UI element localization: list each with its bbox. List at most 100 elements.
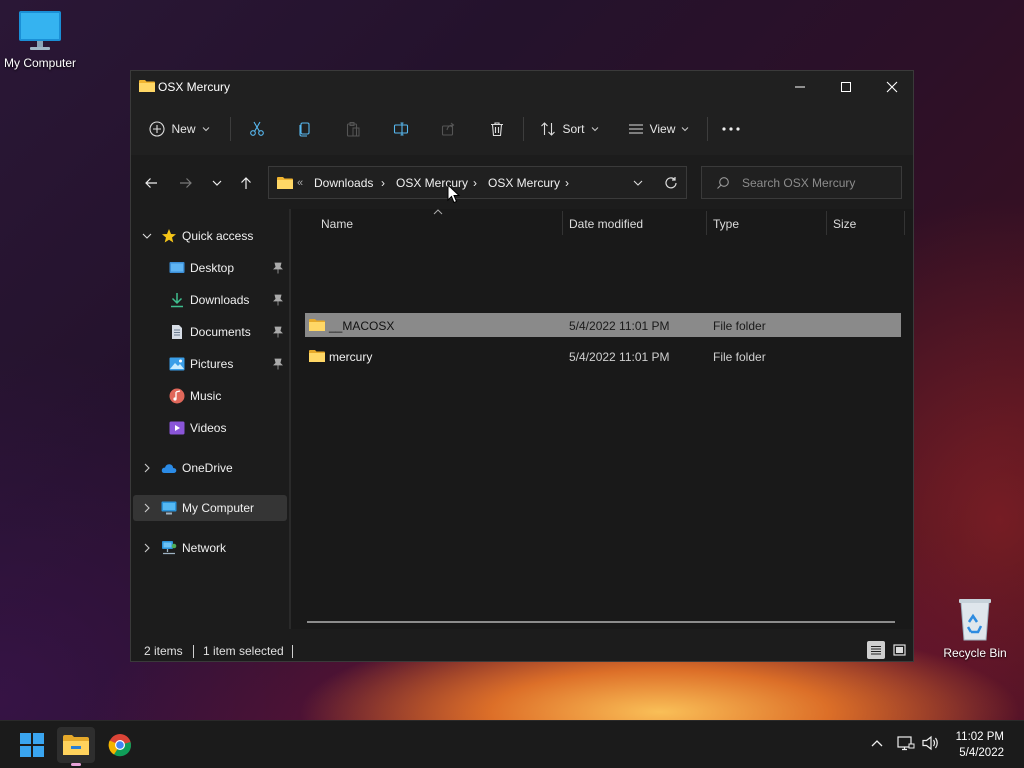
status-divider [292, 645, 293, 658]
taskbar-chrome[interactable] [101, 727, 139, 763]
monitor-icon [19, 11, 61, 50]
minimize-button[interactable] [777, 71, 823, 103]
chrome-icon [108, 734, 132, 757]
network-icon [897, 736, 915, 751]
view-button[interactable]: View [623, 115, 695, 143]
chevron-down-icon [212, 180, 222, 186]
desktop-icon-label: Recycle Bin [943, 646, 1007, 660]
breadcrumb-downloads[interactable]: Downloads [314, 176, 373, 190]
close-button[interactable] [869, 71, 915, 103]
paste-button[interactable] [339, 115, 367, 143]
column-header-type[interactable]: Type [713, 217, 739, 231]
show-hidden-icons-button[interactable] [870, 737, 884, 752]
desktop-icon-my-computer[interactable]: My Computer [0, 10, 80, 70]
cut-button[interactable] [243, 115, 271, 143]
search-icon [717, 177, 729, 189]
recent-locations-button[interactable] [206, 173, 228, 193]
sidebar-item-label: OneDrive [182, 461, 233, 475]
list-view-icon [628, 124, 643, 134]
copy-button[interactable] [291, 115, 319, 143]
minimize-icon [795, 86, 805, 88]
sidebar-item-pictures[interactable]: Pictures [133, 351, 287, 377]
new-button[interactable]: New [145, 115, 215, 143]
column-header-size[interactable]: Size [833, 217, 856, 231]
file-explorer-window: OSX Mercury New Sort View « Downloads › … [130, 70, 914, 662]
column-divider[interactable] [706, 211, 707, 235]
sidebar-item-network[interactable]: Network [133, 535, 287, 561]
arrow-up-icon [241, 177, 251, 189]
maximize-button[interactable] [823, 71, 869, 103]
delete-button[interactable] [483, 115, 511, 143]
network-status-button[interactable] [897, 735, 915, 754]
desktop-icon-label: My Computer [3, 56, 77, 70]
taskbar-clock[interactable]: 11:02 PM 5/4/2022 [956, 729, 1004, 761]
picture-icon [169, 357, 185, 371]
network-icon [162, 541, 177, 555]
sidebar-item-music[interactable]: Music [133, 383, 287, 409]
toolbar-separator [707, 117, 708, 141]
pin-icon[interactable] [273, 358, 283, 370]
sidebar-item-onedrive[interactable]: OneDrive [133, 455, 287, 481]
sidebar-item-label: Pictures [190, 357, 234, 371]
taskbar-file-explorer[interactable] [57, 727, 95, 766]
sidebar-item-quick-access[interactable]: Quick access [133, 223, 287, 249]
folder-icon [309, 350, 325, 362]
sidebar-item-downloads[interactable]: Downloads [133, 287, 287, 313]
column-divider[interactable] [826, 211, 827, 235]
tiles-view-button[interactable] [890, 641, 908, 659]
title-bar[interactable]: OSX Mercury [131, 71, 913, 103]
sidebar-item-label: Documents [190, 325, 251, 339]
search-placeholder: Search OSX Mercury [742, 176, 856, 190]
pin-icon[interactable] [273, 294, 283, 306]
arrow-right-icon [180, 178, 192, 188]
breadcrumb-osx-mercury-current[interactable]: OSX Mercury [488, 176, 560, 190]
start-button[interactable] [13, 727, 51, 763]
sidebar-item-label: Network [182, 541, 227, 555]
chevron-up-icon [871, 740, 883, 747]
download-arrow-icon [171, 293, 183, 308]
back-button[interactable] [140, 173, 162, 193]
column-divider[interactable] [562, 211, 563, 235]
chevron-down-icon[interactable] [632, 177, 644, 189]
arrow-left-icon [145, 178, 157, 188]
horizontal-scrollbar[interactable] [307, 621, 895, 623]
forward-button[interactable] [175, 173, 197, 193]
details-view-button[interactable] [867, 641, 885, 659]
sort-button-label: Sort [562, 122, 585, 136]
up-button[interactable] [235, 173, 257, 193]
more-options-button[interactable] [717, 115, 745, 143]
rename-button[interactable] [387, 115, 415, 143]
command-bar: New Sort View [131, 103, 913, 155]
column-divider[interactable] [904, 211, 905, 235]
sidebar-item-my-computer[interactable]: My Computer [133, 495, 287, 521]
taskbar: 11:02 PM 5/4/2022 [0, 720, 1024, 768]
desktop-icon [169, 262, 185, 273]
chevron-down-icon [142, 233, 152, 239]
search-box[interactable]: Search OSX Mercury [701, 166, 902, 199]
table-row[interactable]: __MACOSX 5/4/2022 11:01 PM File folder [305, 313, 901, 337]
rename-icon [393, 122, 409, 136]
pin-icon[interactable] [273, 326, 283, 338]
speaker-icon [922, 735, 938, 751]
selection-count: 1 item selected [203, 644, 284, 658]
sidebar-item-desktop[interactable]: Desktop [133, 255, 287, 281]
pin-icon[interactable] [273, 262, 283, 274]
volume-button[interactable] [922, 735, 940, 754]
desktop-icon-recycle-bin[interactable]: Recycle Bin [935, 596, 1015, 660]
sort-button[interactable]: Sort [535, 115, 605, 143]
address-bar[interactable]: « Downloads › OSX Mercury › OSX Mercury … [268, 166, 687, 199]
column-header-date-modified[interactable]: Date modified [569, 217, 643, 231]
chevron-right-icon [144, 543, 150, 553]
view-button-label: View [649, 122, 676, 136]
sidebar-item-label: Videos [190, 421, 227, 435]
sort-ascending-icon [433, 209, 443, 215]
sidebar-item-videos[interactable]: Videos [133, 415, 287, 441]
share-button[interactable] [435, 115, 463, 143]
breadcrumb-overflow[interactable]: « [297, 177, 303, 189]
file-name: __MACOSX [329, 319, 395, 333]
table-row[interactable]: mercury 5/4/2022 11:01 PM File folder [305, 344, 901, 368]
refresh-icon[interactable] [664, 176, 678, 190]
column-header-name[interactable]: Name [321, 217, 353, 231]
sidebar-item-documents[interactable]: Documents [133, 319, 287, 345]
cloud-icon [161, 464, 177, 473]
